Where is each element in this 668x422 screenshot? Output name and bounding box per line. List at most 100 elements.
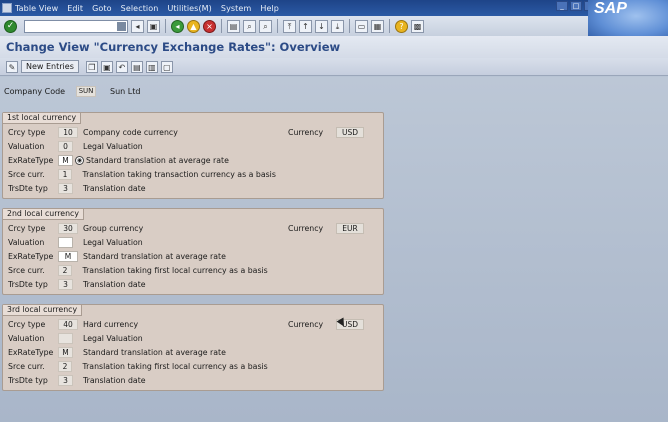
crcy-type-field[interactable]: 10 (58, 126, 78, 138)
company-code-label: Company Code (4, 86, 66, 96)
delete-icon[interactable]: ▣ (100, 60, 113, 73)
valuation-desc: Legal Valuation (83, 237, 143, 247)
print-icon[interactable]: ▤ (227, 19, 240, 33)
page-title: Change View "Currency Exchange Rates": O… (6, 40, 341, 54)
valuation-field[interactable] (58, 332, 73, 344)
help-icon[interactable]: ? (395, 19, 408, 33)
last-page-icon[interactable]: ⤓ (331, 19, 344, 33)
crcy-type-desc: Hard currency (83, 319, 139, 329)
exit-icon[interactable]: ▲ (187, 19, 200, 33)
menu-utilities[interactable]: Utilities(M) (167, 4, 211, 13)
menu-selection[interactable]: Selection (121, 4, 159, 13)
crcy-type-label: Crcy type (8, 319, 46, 329)
previous-page-icon[interactable]: ↑ (299, 19, 312, 33)
menu-table-view[interactable]: Table View (15, 4, 58, 13)
exrate-type-field[interactable]: M (58, 346, 73, 358)
command-dropdown-icon[interactable] (117, 21, 126, 31)
srce-curr-desc: Translation taking transaction currency … (82, 169, 276, 179)
valuation-label: Valuation (8, 333, 45, 343)
valuation-desc: Legal Valuation (83, 333, 143, 343)
exrate-type-row: ExRateType M Standard translation at ave… (8, 250, 380, 262)
trsdte-typ-label: TrsDte typ (8, 183, 48, 193)
exrate-type-label: ExRateType (8, 155, 54, 165)
select-all-icon[interactable]: ▤ (130, 60, 143, 73)
save-icon[interactable]: ▣ (147, 19, 160, 33)
srce-curr-field[interactable]: 1 (57, 168, 73, 180)
trsdte-typ-row: TrsDte typ 3 Translation date (8, 278, 380, 290)
valuation-field[interactable]: 0 (58, 140, 73, 152)
group-3rd-local-currency: 3rd local currency Crcy type 40 Hard cur… (2, 304, 384, 391)
command-field[interactable] (24, 19, 128, 33)
menu-edit[interactable]: Edit (67, 4, 83, 13)
valuation-desc: Legal Valuation (83, 141, 143, 151)
first-page-icon[interactable]: ⤒ (283, 19, 296, 33)
back-icon[interactable]: ◂ (171, 19, 184, 33)
trsdte-typ-desc: Translation date (83, 375, 146, 385)
menu-help[interactable]: Help (260, 4, 279, 13)
trsdte-typ-row: TrsDte typ 3 Translation date (8, 182, 380, 194)
crcy-type-field[interactable]: 30 (58, 222, 78, 234)
exrate-type-desc: Standard translation at average rate (83, 251, 226, 261)
next-page-icon[interactable]: ↓ (315, 19, 328, 33)
srce-curr-field[interactable]: 2 (57, 360, 73, 372)
crcy-type-field[interactable]: 40 (58, 318, 78, 330)
company-code-row: Company Code SUN Sun Ltd (4, 85, 140, 97)
srce-curr-row: Srce curr. 1 Translation taking transact… (8, 168, 380, 180)
toolbar-separator (165, 19, 166, 33)
find-icon[interactable]: ⌕ (243, 19, 256, 33)
back-arrow-icon[interactable]: ◂ (131, 19, 144, 33)
toolbar-separator (277, 19, 278, 33)
srce-curr-row: Srce curr. 2 Translation taking first lo… (8, 360, 380, 372)
shortcut-icon[interactable]: ▦ (371, 19, 384, 33)
crcy-type-row: Crcy type 10 Company code currency Curre… (8, 126, 380, 138)
select-block-icon[interactable]: ▥ (145, 60, 158, 73)
find-next-icon[interactable]: ⌕ (259, 19, 272, 33)
menu-bar: Table View Edit Goto Selection Utilities… (0, 0, 668, 16)
value-help-icon[interactable]: ◉ (75, 155, 84, 165)
minimize-icon[interactable]: _ (556, 1, 568, 11)
currency-label: Currency (288, 319, 324, 329)
trsdte-typ-desc: Translation date (83, 183, 146, 193)
toolbar-separator (389, 19, 390, 33)
title-bar: Change View "Currency Exchange Rates": O… (0, 36, 668, 58)
trsdte-typ-field[interactable]: 3 (58, 374, 73, 386)
menu-system[interactable]: System (221, 4, 251, 13)
trsdte-typ-label: TrsDte typ (8, 375, 48, 385)
srce-curr-field[interactable]: 2 (57, 264, 73, 276)
currency-label: Currency (288, 223, 324, 233)
undo-icon[interactable]: ↶ (115, 60, 128, 73)
display-change-icon[interactable]: ✎ (6, 60, 18, 73)
sap-menu-icon[interactable] (2, 3, 12, 13)
exrate-type-desc: Standard translation at average rate (86, 155, 229, 165)
exrate-type-label: ExRateType (8, 251, 54, 261)
trsdte-typ-field[interactable]: 3 (58, 278, 73, 290)
valuation-row: Valuation Legal Valuation (8, 332, 380, 344)
valuation-field[interactable] (58, 236, 73, 248)
exrate-type-field[interactable]: M (58, 250, 78, 262)
copy-icon[interactable]: ❐ (85, 60, 98, 73)
system-toolbar: ✓ ◂ ▣ ◂ ▲ × ▤ ⌕ ⌕ ⤒ ↑ ↓ ⤓ ▭ ▦ ? ▩ (0, 16, 588, 36)
currency-field[interactable]: USD (336, 126, 364, 138)
deselect-all-icon[interactable]: ▢ (160, 60, 173, 73)
application-toolbar: ✎ New Entries ❐ ▣ ↶ ▤ ▥ ▢ (0, 58, 668, 76)
cancel-icon[interactable]: × (203, 19, 216, 33)
company-name: Sun Ltd (110, 86, 141, 96)
valuation-label: Valuation (8, 237, 45, 247)
group-2nd-local-currency: 2nd local currency Crcy type 30 Group cu… (2, 208, 384, 295)
valuation-row: Valuation 0 Legal Valuation (8, 140, 380, 152)
srce-curr-label: Srce curr. (8, 169, 45, 179)
crcy-type-row: Crcy type 40 Hard currency Currency USD (8, 318, 380, 330)
trsdte-typ-field[interactable]: 3 (58, 182, 73, 194)
maximize-icon[interactable]: □ (570, 1, 582, 11)
new-entries-button[interactable]: New Entries (21, 60, 79, 73)
exrate-type-desc: Standard translation at average rate (83, 347, 226, 357)
exrate-type-row: ExRateType M Standard translation at ave… (8, 346, 380, 358)
menu-goto[interactable]: Goto (92, 4, 112, 13)
layout-menu-icon[interactable]: ▩ (411, 19, 424, 33)
srce-curr-label: Srce curr. (8, 361, 45, 371)
currency-field[interactable]: EUR (336, 222, 364, 234)
exrate-type-field[interactable]: M (58, 154, 73, 166)
enter-check-icon[interactable]: ✓ (4, 19, 17, 33)
new-session-icon[interactable]: ▭ (355, 19, 368, 33)
group-title: 1st local currency (3, 113, 82, 124)
